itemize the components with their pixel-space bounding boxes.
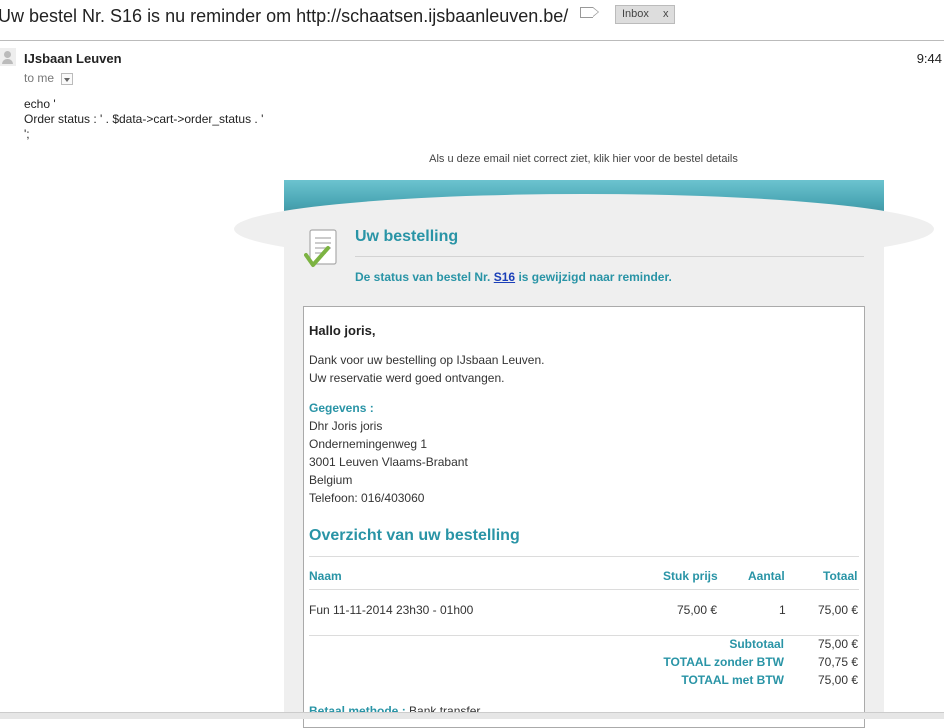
status-line: De status van bestel Nr. S16 is gewijzig… (355, 270, 672, 284)
column-header-unit-price: Stuk prijs (663, 569, 718, 583)
email-banner (234, 180, 934, 264)
detail-line: Ondernemingenweg 1 (309, 437, 428, 451)
status-suffix: is gewijzigd naar reminder. (518, 270, 672, 284)
view-details-link[interactable]: Als u deze email niet correct ziet, klik… (0, 153, 944, 165)
greeting: Hallo joris, (309, 323, 376, 338)
detail-line: 3001 Leuven Vlaams-Brabant (309, 455, 468, 469)
column-header-quantity: Aantal (748, 569, 785, 583)
item-quantity: 1 (779, 603, 786, 617)
label-tag-icon[interactable] (580, 7, 599, 18)
raw-code-text: echo ' Order status : ' . $data->cart->or… (24, 97, 263, 142)
message-time: 9:44 (916, 51, 942, 66)
inbox-label-text: Inbox (622, 8, 649, 20)
code-line: '; (24, 127, 30, 141)
details-label: Gegevens : (309, 401, 374, 415)
header-divider (309, 589, 859, 590)
email-card: Uw bestelling De status van bestel Nr. S… (234, 180, 934, 728)
remove-label-button[interactable]: x (663, 8, 669, 20)
thanks-line-2: Uw reservatie werd goed ontvangen. (309, 371, 505, 385)
order-details-box: Hallo joris, Dank voor uw bestelling op … (303, 306, 865, 728)
code-line: echo ' (24, 97, 56, 111)
status-prefix: De status van bestel Nr. (355, 270, 491, 284)
recipient-line: to me (24, 71, 55, 85)
item-unit-price: 75,00 € (677, 603, 718, 617)
total-excl-vat-value: 70,75 € (818, 655, 859, 669)
detail-line: Belgium (309, 473, 353, 487)
title-divider (355, 256, 864, 257)
detail-line: Telefoon: 016/403060 (309, 491, 425, 505)
sender-name[interactable]: IJsbaan Leuven (24, 51, 122, 66)
total-incl-vat-label: TOTAAL met BTW (681, 673, 784, 687)
inbox-label-chip[interactable]: Inbox x (615, 5, 675, 24)
code-line: Order status : ' . $data->cart->order_st… (24, 112, 264, 126)
order-number-link[interactable]: S16 (494, 270, 515, 284)
document-check-icon (304, 229, 337, 267)
subtotal-label: Subtotaal (729, 637, 784, 651)
sender-avatar-icon (0, 48, 16, 66)
item-divider (309, 635, 859, 636)
show-details-chevron-down-icon[interactable] (61, 73, 73, 85)
thanks-line-1: Dank voor uw bestelling op IJsbaan Leuve… (309, 353, 545, 367)
total-incl-vat-value: 75,00 € (818, 673, 859, 687)
item-name: Fun 11-11-2014 23h30 - 01h00 (309, 603, 474, 617)
email-title: Uw bestelling (355, 228, 459, 245)
column-header-name: Naam (309, 569, 342, 583)
detail-line: Dhr Joris joris (309, 419, 383, 433)
total-excl-vat-label: TOTAAL zonder BTW (663, 655, 784, 669)
column-header-total: Totaal (823, 569, 858, 583)
subtotal-value: 75,00 € (818, 637, 859, 651)
subject-bar: Uw bestel Nr. S16 is nu reminder om http… (0, 0, 944, 41)
overview-title: Overzicht van uw bestelling (309, 527, 520, 544)
item-total: 75,00 € (818, 603, 859, 617)
email-subject: Uw bestel Nr. S16 is nu reminder om http… (0, 6, 569, 26)
overview-divider (309, 556, 859, 557)
